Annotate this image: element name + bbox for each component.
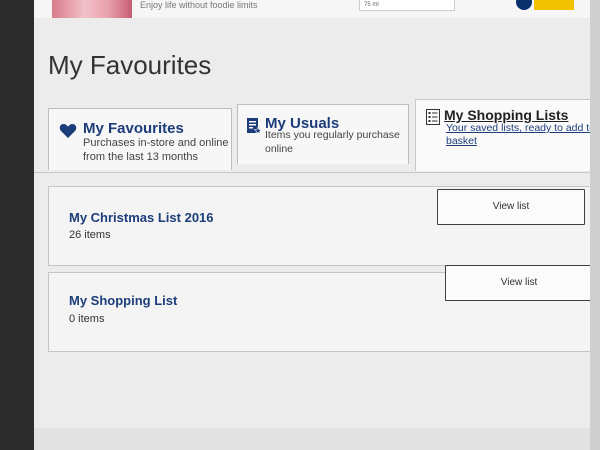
app-screen: Enjoy life without foodie limits 75 ml M… bbox=[34, 0, 600, 450]
tab-title: My Favourites bbox=[83, 120, 184, 137]
view-list-button[interactable]: View list bbox=[445, 265, 593, 301]
list-name: My Shopping List bbox=[69, 293, 178, 308]
tab-title: My Shopping Lists bbox=[444, 107, 569, 123]
tab-description: Items you regularly purchase online bbox=[265, 129, 400, 155]
tab-description: Purchases in-store and online from the l… bbox=[83, 137, 229, 163]
view-list-button[interactable]: View list bbox=[437, 189, 585, 225]
shopping-list-card: My Shopping List 0 items View list bbox=[48, 265, 594, 352]
divider bbox=[34, 172, 594, 173]
tab-my-shopping-lists[interactable]: My Shopping Lists Your saved lists, read… bbox=[415, 99, 600, 171]
shopping-list-card: My Christmas List 2016 26 items View lis… bbox=[48, 186, 594, 266]
tab-description[interactable]: Your saved lists, ready to add to basket bbox=[446, 122, 596, 148]
screen-edge bbox=[590, 0, 600, 450]
banner-product-label: 75 ml bbox=[359, 0, 455, 11]
list-star-icon bbox=[246, 117, 263, 140]
promo-banner[interactable]: Enjoy life without foodie limits 75 ml bbox=[34, 0, 600, 18]
list-item-count: 0 items bbox=[69, 313, 105, 325]
banner-accent bbox=[534, 0, 574, 10]
tab-my-usuals[interactable]: My Usuals Items you regularly purchase o… bbox=[237, 104, 409, 164]
heart-icon bbox=[59, 123, 77, 144]
list-item-count: 26 items bbox=[69, 229, 111, 241]
tab-my-favourites[interactable]: My Favourites Purchases in-store and onl… bbox=[48, 108, 232, 170]
page-title: My Favourites bbox=[48, 50, 212, 80]
banner-image bbox=[52, 0, 132, 18]
checklist-icon bbox=[426, 109, 440, 130]
banner-logo-icon bbox=[516, 0, 532, 10]
banner-tagline: Enjoy life without foodie limits bbox=[140, 0, 258, 10]
footer-band bbox=[34, 428, 600, 450]
list-name: My Christmas List 2016 bbox=[69, 210, 214, 225]
